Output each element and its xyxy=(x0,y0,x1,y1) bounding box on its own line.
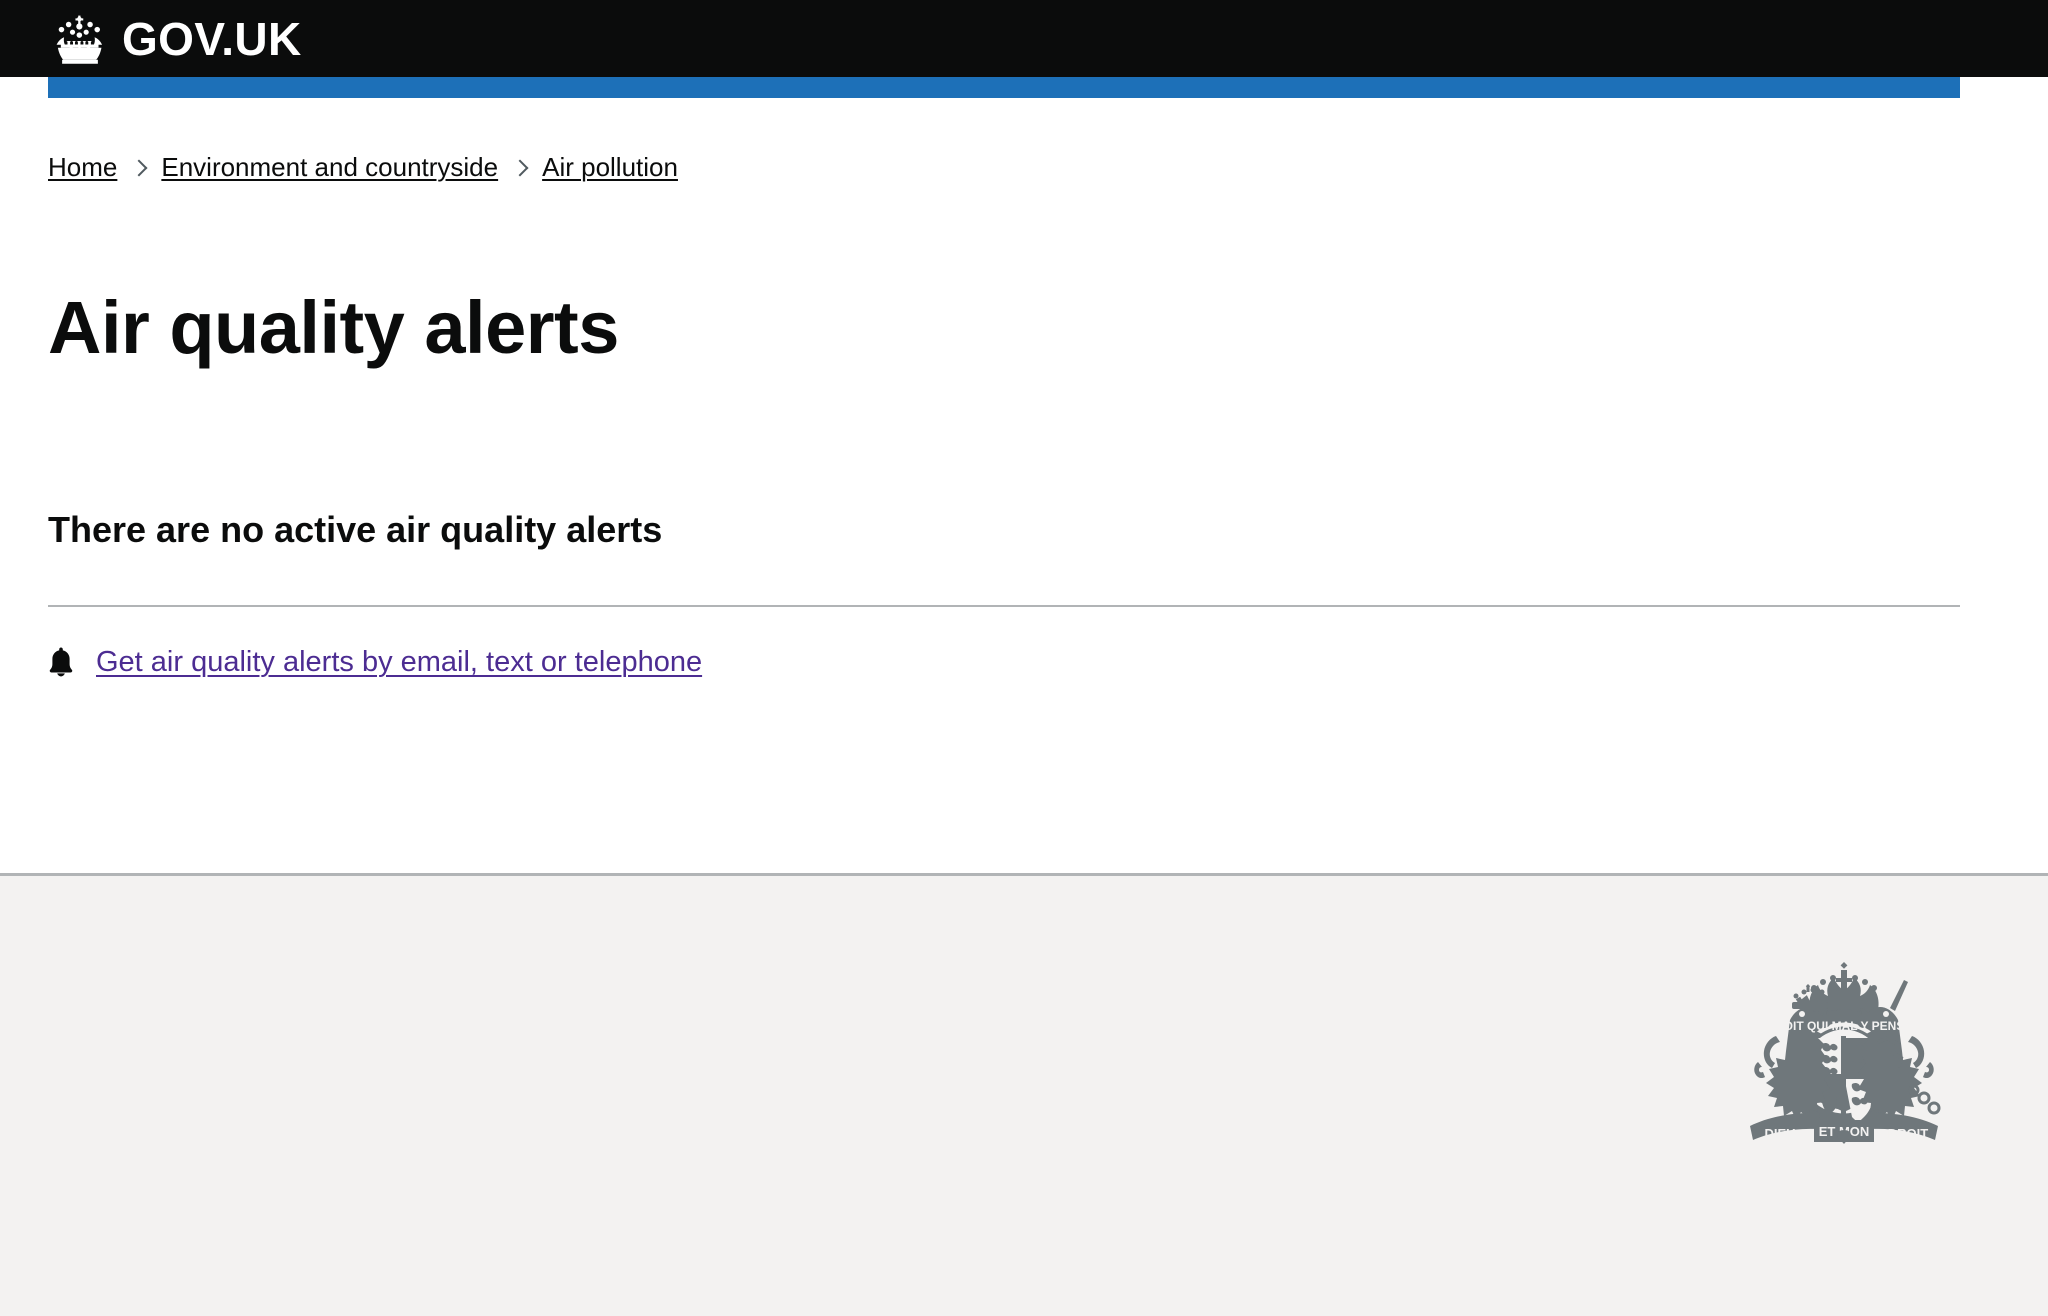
breadcrumb: Home Environment and countryside Air pol… xyxy=(48,152,678,183)
site-header: GOV.UK xyxy=(0,0,2048,77)
chevron-right-icon xyxy=(130,159,148,177)
section-divider xyxy=(48,605,1960,607)
alerts-signup-row: Get air quality alerts by email, text or… xyxy=(48,645,702,680)
header-logo-link[interactable]: GOV.UK xyxy=(48,0,302,77)
no-alerts-heading: There are no active air quality alerts xyxy=(48,509,663,550)
phase-banner-bar xyxy=(48,77,1960,98)
site-footer: DIEU DROIT ET MON SOIT QUI MAL Y PENSE C… xyxy=(0,873,2048,1316)
govuk-page: GOV.UK Home Environment and countryside … xyxy=(0,0,2048,1316)
page-title: Air quality alerts xyxy=(48,286,619,369)
breadcrumb-item-air-pollution[interactable]: Air pollution xyxy=(542,152,678,183)
svg-text:SOIT QUI MAL Y PENSE: SOIT QUI MAL Y PENSE xyxy=(1776,1019,1913,1033)
crown-icon xyxy=(48,13,112,65)
chevron-right-icon xyxy=(511,159,529,177)
breadcrumb-item-home[interactable]: Home xyxy=(48,152,117,183)
royal-coat-of-arms-icon: DIEU DROIT ET MON SOIT QUI MAL Y PENSE xyxy=(1728,958,1960,1158)
breadcrumb-item-environment-and-countryside[interactable]: Environment and countryside xyxy=(161,152,498,183)
svg-text:DROIT: DROIT xyxy=(1888,1126,1929,1141)
govuk-wordmark: GOV.UK xyxy=(122,12,302,65)
bell-icon xyxy=(48,647,74,677)
alerts-signup-link[interactable]: Get air quality alerts by email, text or… xyxy=(96,645,702,680)
svg-text:DIEU: DIEU xyxy=(1764,1126,1795,1141)
